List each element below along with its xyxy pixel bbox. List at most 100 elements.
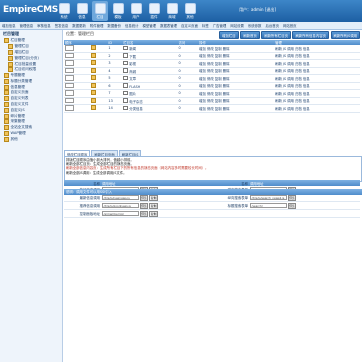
top-tab-label: 栏目 (96, 15, 104, 19)
top-tab-5[interactable]: 插件 (146, 1, 162, 21)
ops-cell[interactable]: 增加 修改 复制 删除 (198, 59, 275, 68)
menu-item-9[interactable]: 数据表管理 (158, 23, 179, 28)
menu-item-1[interactable]: 管理信息 (18, 23, 36, 28)
order-input[interactable] (65, 75, 74, 81)
row-checkbox[interactable] (123, 53, 128, 58)
ops-cell[interactable]: 增加 修改 复制 删除 (198, 45, 275, 53)
top-tab-label: 系统 (60, 15, 68, 19)
menu-item-10[interactable]: 自定义页面 (179, 23, 200, 28)
column-name-link[interactable]: 电子杂志 (129, 100, 143, 104)
ops-cell[interactable]: 增加 修改 复制 删除 (198, 52, 275, 60)
top-tab-6[interactable]: 商城 (164, 1, 180, 21)
manage-cell[interactable]: 刷新 JS 调用 归档 信息 (274, 104, 360, 113)
url-input-right[interactable]: /d/js/js/search_news2.js (250, 194, 287, 201)
top-tab-4[interactable]: 用户 (128, 1, 144, 21)
menu-item-16[interactable]: 网站首页 (281, 23, 299, 28)
row-checkbox[interactable] (123, 98, 128, 103)
ops-cell[interactable]: 增加 修改 复制 删除 (198, 89, 275, 98)
copy-button[interactable]: 复制 (149, 194, 159, 201)
copy-button[interactable]: 复制 (149, 210, 159, 217)
row-checkbox[interactable] (123, 45, 128, 50)
order-input[interactable] (65, 60, 74, 66)
preview-button[interactable]: 预览 (139, 210, 149, 217)
order-input[interactable] (65, 97, 74, 103)
top-button-4[interactable]: 刷新所有JS调用 (330, 31, 360, 39)
name-cell: 图片 (122, 89, 173, 98)
url-input-left[interactable]: /e/member/cp/ (102, 210, 139, 217)
manage-cell[interactable]: 刷新 JS 调用 归档 信息 (274, 52, 360, 60)
menu-item-13[interactable]: 网站设置 (228, 23, 246, 28)
order-input[interactable] (65, 52, 74, 58)
order-input[interactable] (65, 82, 74, 88)
column-name-link[interactable]: 新闻 (129, 47, 136, 51)
row-checkbox[interactable] (123, 68, 128, 73)
manage-cell[interactable]: 刷新 JS 调用 归档 信息 (274, 67, 360, 75)
folder-cell (89, 97, 108, 105)
top-tab-2[interactable]: 栏目 (92, 1, 108, 21)
copy-button[interactable]: 复制 (149, 202, 159, 209)
row-checkbox[interactable] (123, 83, 128, 88)
menu-item-7[interactable]: 信息统计 (123, 23, 141, 28)
ops-cell[interactable]: 增加 修改 复制 删除 (198, 67, 275, 75)
menu-item-0[interactable]: 增加信息 (0, 23, 18, 28)
top-tab-0[interactable]: 系统 (56, 1, 72, 21)
menu-item-8[interactable]: 模型管理 (141, 23, 159, 28)
order-input[interactable] (65, 45, 74, 51)
sidebar-item-label: 自定义文件 (10, 101, 29, 106)
order-cell (64, 59, 90, 68)
menu-item-15[interactable]: 后台首页 (263, 23, 281, 28)
column-name-link[interactable]: 分类信息 (129, 107, 143, 111)
order-input[interactable] (65, 67, 74, 73)
column-name-link[interactable]: 文章 (129, 77, 136, 81)
preview-button[interactable]: 预览 (287, 202, 297, 209)
column-name-link[interactable]: 商城 (129, 70, 136, 74)
top-button-2[interactable]: 刷新所有栏目页 (261, 31, 291, 39)
folder-cell (89, 82, 108, 90)
menu-item-4[interactable]: 数据更新 (70, 23, 88, 28)
top-tab-1[interactable]: 信息 (74, 1, 90, 21)
order-input[interactable] (65, 105, 74, 111)
menu-item-2[interactable]: 审核信息 (35, 23, 53, 28)
preview-button[interactable]: 预览 (287, 194, 297, 201)
manage-cell[interactable]: 刷新 JS 调用 归档 信息 (274, 89, 360, 98)
page-icon (8, 61, 13, 67)
column-name-link[interactable]: FLASH (129, 85, 140, 89)
ops-cell[interactable]: 增加 修改 复制 删除 (198, 104, 275, 113)
top-tab-7[interactable]: 其他 (182, 1, 198, 21)
ops-cell[interactable]: 增加 修改 复制 删除 (198, 82, 275, 90)
preview-button[interactable]: 预览 (139, 202, 149, 209)
menu-item-3[interactable]: 签发信息 (53, 23, 71, 28)
sidebar-item-17[interactable]: 其他 (0, 136, 62, 142)
menu-item-11[interactable]: 标签 (200, 23, 211, 28)
column-name-link[interactable]: 下载 (129, 55, 136, 59)
top-tab-3[interactable]: 模板 (110, 1, 126, 21)
page-icon (8, 49, 13, 55)
manage-cell[interactable]: 刷新 JS 调用 归档 信息 (274, 74, 360, 83)
row-checkbox[interactable] (123, 105, 128, 110)
manage-cell[interactable]: 刷新 JS 调用 归档 信息 (274, 82, 360, 90)
user-info[interactable]: 用户：admin [退出] (239, 7, 276, 13)
column-name-link[interactable]: 图片 (129, 92, 136, 96)
manage-cell[interactable]: 刷新 JS 调用 归档 信息 (274, 59, 360, 68)
column-name-link[interactable]: 影视 (129, 62, 136, 66)
url-input-right[interactable]: /search/ (250, 202, 287, 209)
menu-item-5[interactable]: 附件管理 (88, 23, 106, 28)
row-checkbox[interactable] (123, 60, 128, 65)
ops-cell[interactable]: 增加 修改 复制 删除 (198, 97, 275, 105)
menu-item-14[interactable]: 系统参数 (246, 23, 264, 28)
menu-item-12[interactable]: 广告管理 (211, 23, 229, 28)
top-button-0[interactable]: 增加栏目 (219, 31, 239, 39)
preview-button[interactable]: 预览 (139, 194, 149, 201)
manage-cell[interactable]: 刷新 JS 调用 归档 信息 (274, 45, 360, 53)
row-checkbox[interactable] (123, 75, 128, 80)
url-input-left[interactable]: /d/js/js/goodnews.js (102, 202, 139, 209)
menu-item-6[interactable]: 数据备份 (105, 23, 123, 28)
top-button-3[interactable]: 刷新所有信息内容页 (292, 31, 329, 39)
sidebar-item-label: 管理栏目(分页) (14, 55, 39, 60)
top-button-1[interactable]: 刷新首页 (240, 31, 260, 39)
url-input-left[interactable]: /d/js/js/newnews.js (102, 194, 139, 201)
order-input[interactable] (65, 90, 74, 96)
manage-cell[interactable]: 刷新 JS 调用 归档 信息 (274, 97, 360, 105)
row-checkbox[interactable] (123, 90, 128, 95)
ops-cell[interactable]: 增加 修改 复制 删除 (198, 74, 275, 83)
